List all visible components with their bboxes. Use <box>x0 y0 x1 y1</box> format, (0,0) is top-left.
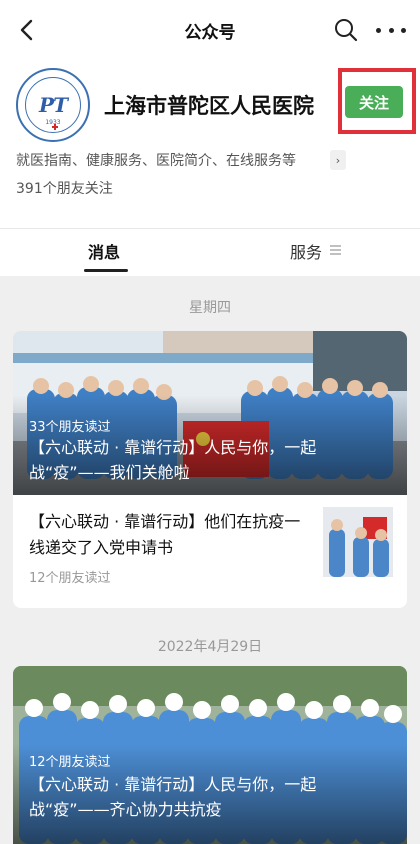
follow-button[interactable]: 关注 <box>345 86 403 118</box>
feed-date: 2022年4月29日 <box>157 639 263 655</box>
account-name: 上海市普陀区人民医院 <box>104 94 314 118</box>
chevron-right-icon[interactable]: › <box>330 150 346 170</box>
feed-date: 星期四 <box>189 300 231 316</box>
read-count: 12个朋友读过 <box>29 755 111 770</box>
menu-icon[interactable] <box>330 245 341 258</box>
cross-icon <box>52 124 58 130</box>
article-list-item[interactable]: 【六心联动 · 靠谱行动】他们在抗疫一线递交了入党申请书 12个朋友读过 <box>13 495 407 595</box>
tab-active-indicator <box>84 269 128 272</box>
article-title: 【六心联动 · 靠谱行动】人民与你，一起战“疫”——我们关舱啦 <box>29 438 317 482</box>
read-count: 12个朋友读过 <box>29 571 111 586</box>
article-hero[interactable]: 33个朋友读过 【六心联动 · 靠谱行动】人民与你，一起战“疫”——我们关舱啦 <box>13 331 407 495</box>
account-logo: PT 1933 <box>16 68 90 142</box>
logo-monogram: PT <box>39 93 68 117</box>
read-count: 33个朋友读过 <box>29 420 111 435</box>
account-header: 公众号 PT 1933 上海市普陀区人民医院 关注 就医指南、健康服务、医院简介… <box>0 0 420 228</box>
article-thumbnail <box>323 507 393 577</box>
account-description[interactable]: 就医指南、健康服务、医院简介、在线服务等 <box>16 150 296 170</box>
follower-count: 391个朋友关注 <box>16 181 113 197</box>
article-hero[interactable]: 12个朋友读过 【六心联动 · 靠谱行动】人民与你，一起战“疫”——齐心协力共抗… <box>13 666 407 844</box>
tab-bar: 消息 服务 <box>0 228 420 276</box>
article-card: 33个朋友读过 【六心联动 · 靠谱行动】人民与你，一起战“疫”——我们关舱啦 … <box>13 331 407 608</box>
tab-messages[interactable]: 消息 <box>88 239 120 263</box>
article-title: 【六心联动 · 靠谱行动】人民与你，一起战“疫”——齐心协力共抗疫 <box>29 775 317 819</box>
tab-service[interactable]: 服务 <box>290 239 322 263</box>
more-icon[interactable] <box>376 16 406 44</box>
nav-bar: 公众号 <box>0 0 420 62</box>
article-card: 12个朋友读过 【六心联动 · 靠谱行动】人民与你，一起战“疫”——齐心协力共抗… <box>13 666 407 844</box>
search-icon[interactable] <box>332 16 360 44</box>
article-title: 【六心联动 · 靠谱行动】他们在抗疫一线递交了入党申请书 <box>29 512 301 557</box>
